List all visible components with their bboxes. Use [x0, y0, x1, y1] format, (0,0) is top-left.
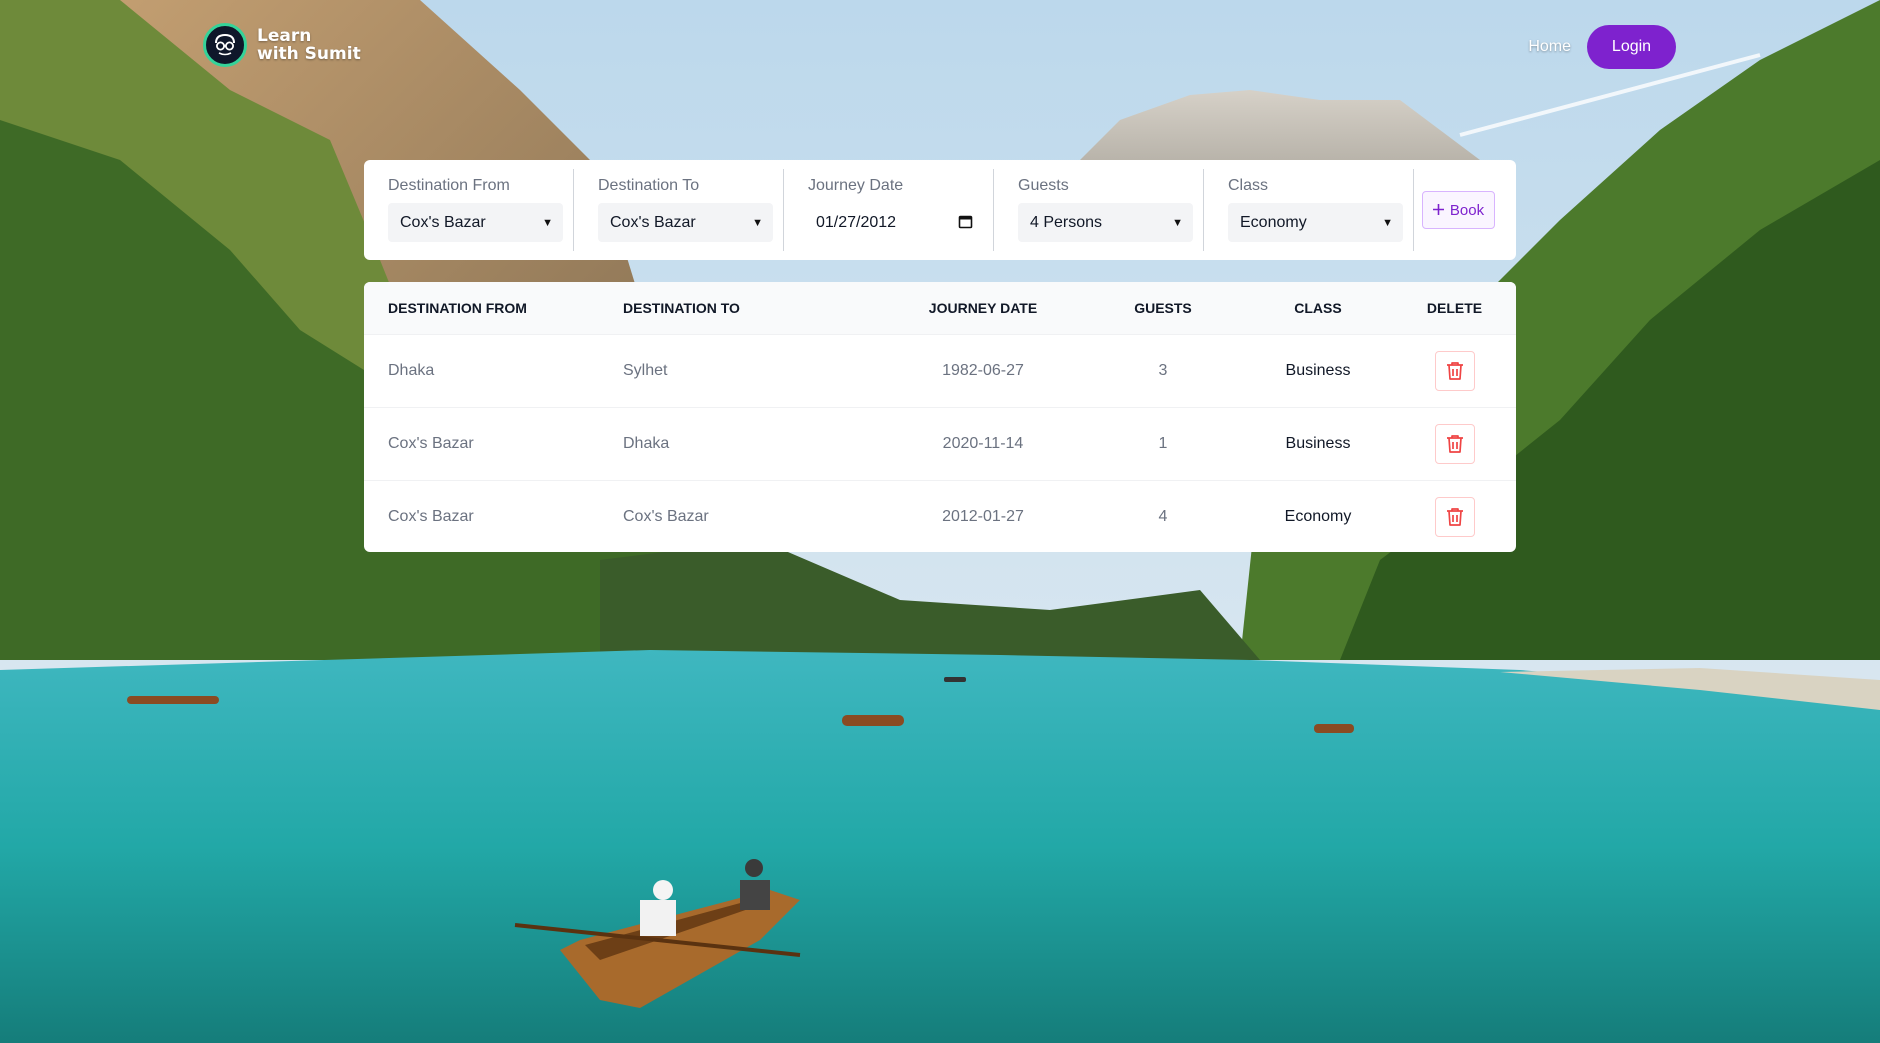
chevron-down-icon: ▼: [1172, 216, 1183, 229]
cell-destination-from: Dhaka: [388, 361, 435, 379]
delete-button[interactable]: [1434, 350, 1475, 391]
login-button[interactable]: Login: [1587, 25, 1676, 69]
book-button[interactable]: Book: [1422, 191, 1495, 229]
chevron-down-icon: ▼: [752, 216, 763, 229]
cell-journey-date: 1982-06-27: [942, 361, 1024, 379]
destination-from-value: Cox's Bazar: [400, 213, 486, 231]
class-value: Economy: [1240, 213, 1307, 231]
cell-delete: [1393, 334, 1516, 407]
header-destination-from: Destination From: [388, 299, 527, 316]
header-class: Class: [1294, 299, 1342, 316]
booking-form: Destination From Cox's Bazar ▼ Destinati…: [364, 160, 1516, 260]
cell-journey-date: 2020-11-14: [942, 434, 1024, 452]
destination-to-select[interactable]: Cox's Bazar ▼: [598, 203, 773, 242]
header-delete: Delete: [1426, 299, 1483, 316]
glasses-face-icon: [203, 23, 247, 67]
destination-from-label: Destination From: [388, 177, 510, 194]
bookings-table: Destination From Destination To Journey …: [364, 282, 1516, 552]
logo-text: Learn with Sumit: [257, 27, 361, 63]
table-row: Dhaka Sylhet 1982-06-27 3 Business: [364, 334, 1516, 407]
trash-icon: [1446, 507, 1463, 526]
table-row: Cox's Bazar Cox's Bazar 2012-01-27 4 Eco…: [364, 480, 1516, 552]
trash-icon: [1446, 434, 1463, 453]
guests-field: Guests 4 Persons ▼: [994, 169, 1204, 251]
logo-line-2: with Sumit: [257, 44, 361, 64]
cell-guests: 3: [1158, 361, 1168, 379]
guests-select[interactable]: 4 Persons ▼: [1018, 203, 1193, 242]
cell-delete: [1393, 407, 1516, 480]
cell-guests: 1: [1158, 434, 1168, 452]
guests-value: 4 Persons: [1030, 213, 1103, 231]
cell-destination-to: Cox's Bazar: [623, 507, 709, 525]
table-row: Cox's Bazar Dhaka 2020-11-14 1 Business: [364, 407, 1516, 480]
cell-destination-from: Cox's Bazar: [388, 507, 474, 525]
destination-to-field: Destination To Cox's Bazar ▼: [574, 169, 784, 251]
destination-to-value: Cox's Bazar: [610, 213, 696, 231]
logo[interactable]: Learn with Sumit: [203, 23, 361, 67]
destination-to-label: Destination To: [598, 177, 700, 194]
cell-destination-to: Dhaka: [623, 434, 670, 452]
logo-line-1: Learn: [257, 26, 312, 46]
class-select[interactable]: Economy ▼: [1228, 203, 1403, 242]
cell-guests: 4: [1158, 507, 1168, 525]
cell-destination-from: Cox's Bazar: [388, 434, 474, 452]
destination-from-field: Destination From Cox's Bazar ▼: [364, 169, 574, 251]
journey-date-field: Journey Date 01/27/2012: [784, 169, 994, 251]
chevron-down-icon: ▼: [542, 216, 553, 229]
cell-delete: [1393, 480, 1516, 552]
delete-button[interactable]: [1434, 423, 1475, 464]
top-nav: Home Login: [1528, 25, 1676, 69]
book-button-label: Book: [1449, 201, 1485, 219]
class-field: Class Economy ▼: [1204, 169, 1414, 251]
trash-icon: [1446, 361, 1463, 380]
calendar-icon[interactable]: [958, 214, 973, 232]
chevron-down-icon: ▼: [1382, 216, 1393, 229]
cell-class: Business: [1285, 434, 1351, 452]
journey-date-label: Journey Date: [808, 177, 904, 194]
class-label: Class: [1228, 177, 1269, 194]
cell-journey-date: 2012-01-27: [942, 507, 1024, 525]
plus-icon: [1432, 202, 1444, 219]
journey-date-value: 01/27/2012: [816, 213, 897, 231]
journey-date-input[interactable]: 01/27/2012: [808, 203, 983, 242]
guests-label: Guests: [1018, 177, 1069, 194]
cell-class: Economy: [1284, 507, 1352, 525]
header-journey-date: Journey Date: [928, 299, 1038, 316]
header-destination-to: Destination To: [623, 299, 740, 316]
delete-button[interactable]: [1434, 496, 1475, 537]
cell-destination-to: Sylhet: [623, 361, 668, 379]
nav-home-link[interactable]: Home: [1528, 38, 1571, 56]
table-header-row: Destination From Destination To Journey …: [364, 282, 1516, 334]
header-guests: Guests: [1134, 299, 1192, 316]
cell-class: Business: [1285, 361, 1351, 379]
destination-from-select[interactable]: Cox's Bazar ▼: [388, 203, 563, 242]
